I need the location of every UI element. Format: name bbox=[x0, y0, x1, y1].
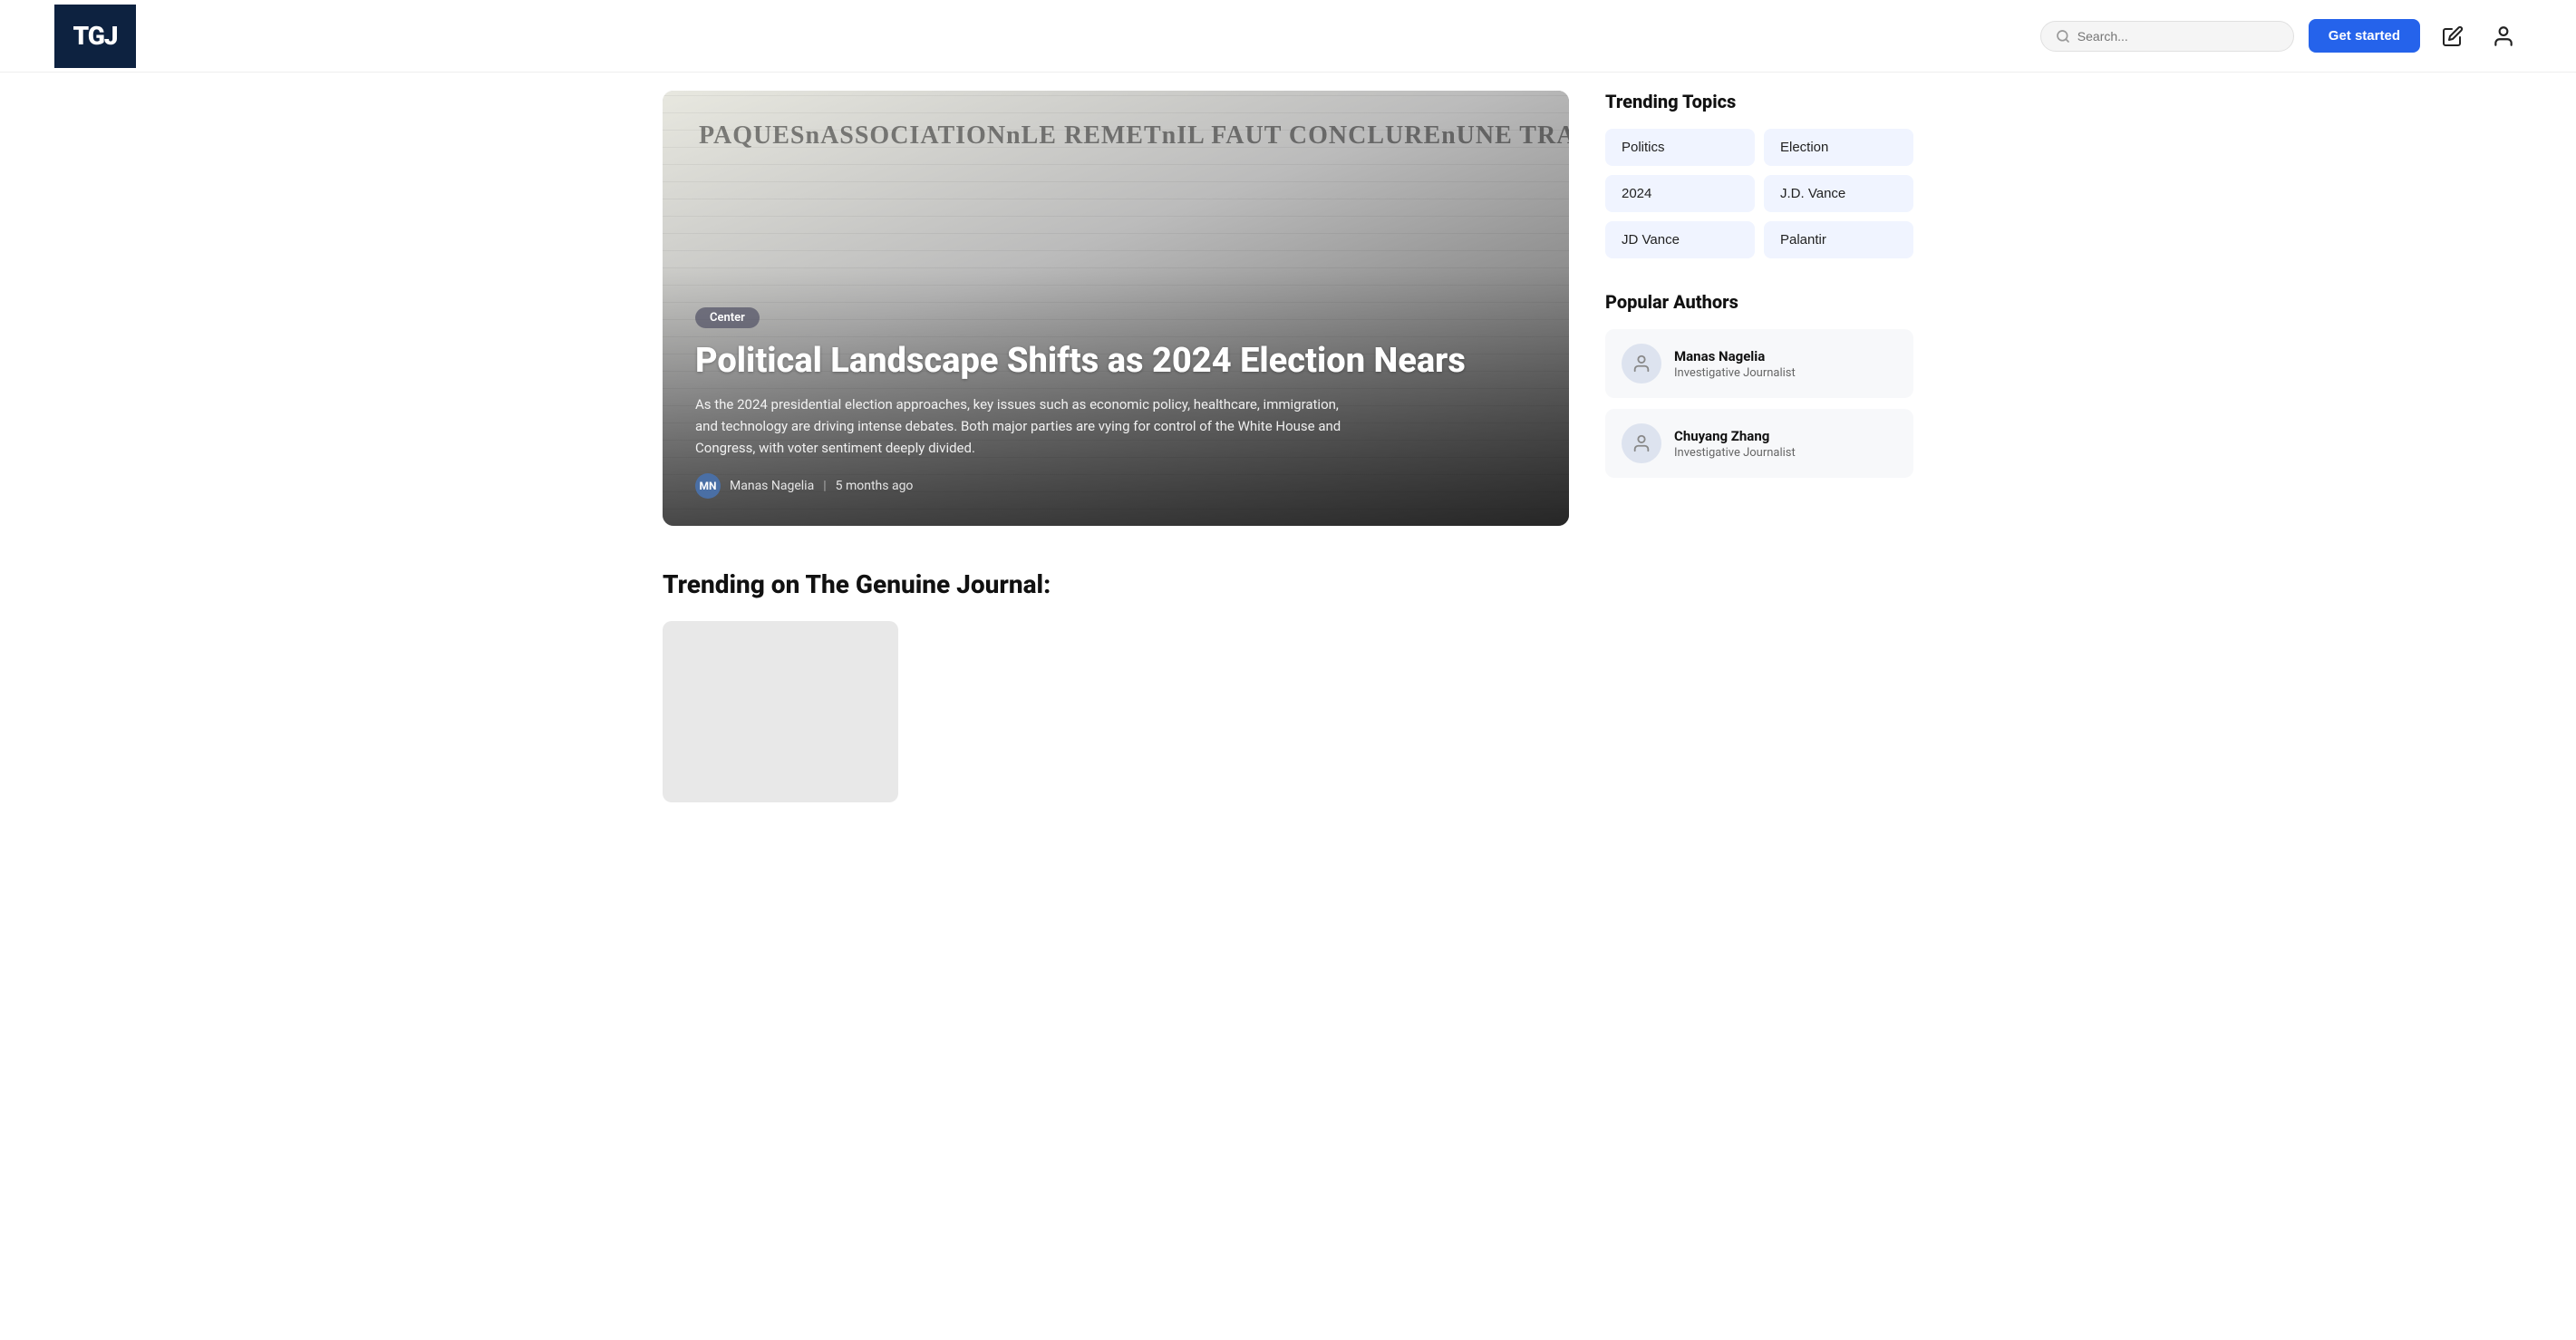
sidebar: Trending Topics Politics Election 2024 J… bbox=[1605, 73, 1913, 802]
topic-chip-2024[interactable]: 2024 bbox=[1605, 175, 1755, 212]
topic-chip-jd-vance[interactable]: JD Vance bbox=[1605, 221, 1755, 258]
author-avatar-small: MN bbox=[695, 473, 721, 499]
person-icon bbox=[1632, 354, 1651, 374]
center-badge: Center bbox=[695, 307, 760, 328]
trending-section: Trending on The Genuine Journal: bbox=[663, 569, 1569, 802]
hero-meta: MN Manas Nagelia | 5 months ago bbox=[695, 473, 1536, 499]
header-right: Get started bbox=[2040, 18, 2522, 54]
logo-text: TGJ bbox=[73, 21, 117, 51]
hero-content: Center Political Landscape Shifts as 202… bbox=[663, 280, 1569, 526]
topic-chip-election[interactable]: Election bbox=[1764, 129, 1913, 166]
user-icon bbox=[2492, 24, 2515, 48]
content-area: Center Political Landscape Shifts as 202… bbox=[663, 73, 1569, 802]
trending-topics-title: Trending Topics bbox=[1605, 91, 1913, 112]
person-icon-2 bbox=[1632, 433, 1651, 453]
logo[interactable]: TGJ bbox=[54, 5, 136, 68]
trending-section-title: Trending on The Genuine Journal: bbox=[663, 569, 1569, 599]
author-card-chuyang[interactable]: Chuyang Zhang Investigative Journalist bbox=[1605, 409, 1913, 478]
topic-chip-jd-vance-full[interactable]: J.D. Vance bbox=[1764, 175, 1913, 212]
topic-chip-palantir[interactable]: Palantir bbox=[1764, 221, 1913, 258]
get-started-button[interactable]: Get started bbox=[2309, 19, 2420, 53]
author-name-manas: Manas Nagelia bbox=[1674, 348, 1796, 364]
header: TGJ Get started bbox=[0, 0, 2576, 73]
author-info-manas: Manas Nagelia Investigative Journalist bbox=[1674, 348, 1796, 380]
hero-description: As the 2024 presidential election approa… bbox=[695, 393, 1348, 459]
search-icon bbox=[2056, 29, 2070, 44]
hero-time-ago: 5 months ago bbox=[836, 479, 914, 493]
author-avatar-manas bbox=[1622, 344, 1661, 384]
popular-authors-title: Popular Authors bbox=[1605, 291, 1913, 313]
author-avatar-chuyang bbox=[1622, 423, 1661, 463]
hero-title: Political Landscape Shifts as 2024 Elect… bbox=[695, 341, 1536, 383]
trending-card-placeholder bbox=[663, 621, 898, 802]
author-role-chuyang: Investigative Journalist bbox=[1674, 446, 1796, 460]
author-card-manas[interactable]: Manas Nagelia Investigative Journalist bbox=[1605, 329, 1913, 398]
edit-icon-button[interactable] bbox=[2435, 18, 2471, 54]
meta-divider: | bbox=[823, 479, 826, 493]
topics-grid: Politics Election 2024 J.D. Vance JD Van… bbox=[1605, 129, 1913, 258]
main-container: Center Political Landscape Shifts as 202… bbox=[608, 73, 1968, 802]
user-icon-button[interactable] bbox=[2485, 18, 2522, 54]
topic-chip-politics[interactable]: Politics bbox=[1605, 129, 1755, 166]
search-bar bbox=[2040, 21, 2294, 52]
hero-section[interactable]: Center Political Landscape Shifts as 202… bbox=[663, 91, 1569, 526]
author-info-chuyang: Chuyang Zhang Investigative Journalist bbox=[1674, 428, 1796, 460]
author-role-manas: Investigative Journalist bbox=[1674, 366, 1796, 380]
author-name-chuyang: Chuyang Zhang bbox=[1674, 428, 1796, 444]
search-input[interactable] bbox=[2077, 29, 2279, 44]
hero-author-name: Manas Nagelia bbox=[730, 479, 814, 493]
edit-icon bbox=[2442, 25, 2464, 47]
